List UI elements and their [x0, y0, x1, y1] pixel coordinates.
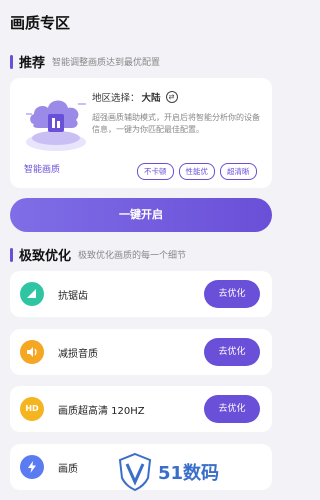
shield-logo-icon	[118, 452, 152, 492]
recommend-header: 推荐 智能调整画质达到最优配置	[10, 52, 160, 71]
tag-ultra-clear: 超清晰	[220, 163, 257, 180]
smart-quality-label: 智能画质	[24, 165, 61, 175]
swap-icon[interactable]: ⇄	[165, 91, 178, 103]
speaker-icon	[20, 340, 44, 364]
triangle-icon	[20, 282, 44, 306]
tag-no-lag: 不卡顿	[137, 163, 174, 180]
optimize-button[interactable]: 去优化	[204, 338, 260, 366]
optimize-button[interactable]: 去优化	[204, 280, 260, 308]
section-accent-bar	[10, 247, 13, 262]
recommend-card: 智能画质 地区选择： 大陆 ⇄ 超强画质辅助模式，开启后将智能分析你的设备信息，…	[10, 78, 272, 188]
optimize-subtitle: 极致优化画质的每一个细节	[78, 251, 187, 261]
feature-tags: 不卡顿 性能优 超清晰	[137, 163, 257, 180]
list-item-hd-120hz: HD 画质超高清 120HZ 去优化	[10, 386, 272, 432]
tag-performance: 性能优	[178, 163, 215, 180]
smart-quality-illustration	[26, 100, 86, 151]
list-item-audio: 减损音质 去优化	[10, 329, 272, 375]
hd-icon: HD	[20, 397, 44, 421]
item-label: 画质超高清 120HZ	[58, 406, 145, 417]
recommend-title: 推荐	[19, 56, 46, 71]
watermark-text: 51数码	[158, 463, 220, 484]
list-item-anti-aliasing: 抗锯齿 去优化	[10, 271, 272, 317]
item-label: 抗锯齿	[58, 291, 88, 302]
recommend-subtitle: 智能调整画质达到最优配置	[52, 58, 161, 68]
region-label: 地区选择：	[92, 93, 140, 104]
optimize-title: 极致优化	[19, 249, 72, 264]
optimize-header: 极致优化 极致优化画质的每一个细节	[10, 245, 186, 264]
one-key-enable-button[interactable]: 一键开启	[10, 198, 272, 232]
page-title: 画质专区	[10, 14, 71, 32]
item-label: 画质	[58, 464, 78, 475]
optimize-button[interactable]: 去优化	[204, 395, 260, 423]
region-value: 大陆	[141, 93, 161, 104]
item-label: 减损音质	[58, 349, 98, 360]
bolt-icon	[20, 455, 44, 479]
region-selector[interactable]: 地区选择： 大陆 ⇄	[92, 90, 178, 104]
recommend-description: 超强画质辅助模式，开启后将智能分析你的设备信息，一键为你匹配最佳配置。	[92, 113, 260, 134]
section-accent-bar	[10, 54, 13, 69]
watermark: 51数码	[118, 452, 219, 492]
